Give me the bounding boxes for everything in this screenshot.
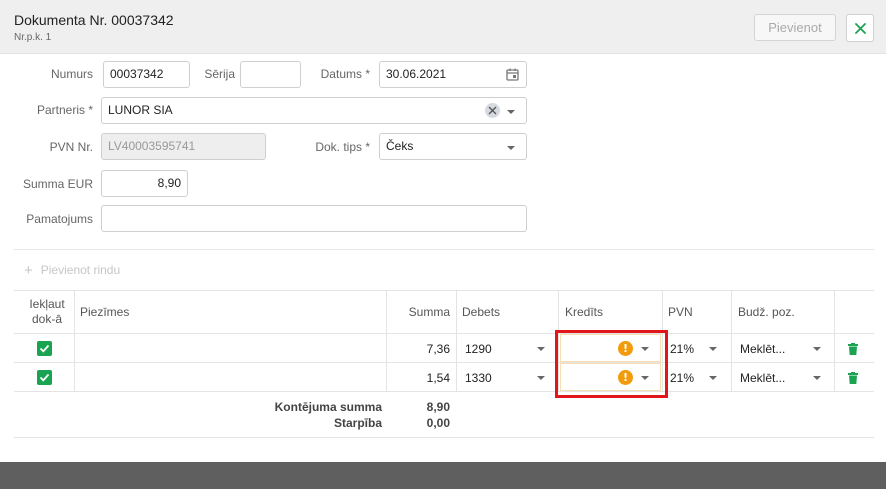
highlight-box — [555, 330, 668, 398]
pvn-nr-input: LV40003595741 — [101, 133, 266, 160]
table-top-line — [14, 290, 874, 291]
datums-label: Datums * — [320, 67, 370, 81]
kontejuma-summa-label: Kontējuma summa — [274, 400, 382, 414]
col-header-summa: Summa — [408, 305, 450, 319]
dok-tips-value: Čeks — [386, 139, 414, 153]
clear-icon[interactable] — [485, 103, 500, 118]
partneris-value: LUNOR SIA — [108, 103, 173, 117]
starpiba-value: 0,00 — [426, 416, 450, 430]
plus-icon: + — [24, 262, 33, 279]
datums-input[interactable]: 30.06.2021 — [379, 61, 527, 88]
row-debets[interactable]: 1330 — [465, 371, 492, 385]
col-divider — [834, 291, 835, 391]
add-row-label: Pievienot rindu — [40, 263, 121, 277]
chevron-down-icon[interactable] — [813, 347, 821, 351]
checkbox-checked-icon — [39, 373, 50, 382]
row-debets[interactable]: 1290 — [465, 342, 492, 356]
trash-icon[interactable] — [848, 343, 858, 355]
close-button[interactable] — [846, 14, 874, 42]
kontejuma-summa-value: 8,90 — [426, 400, 450, 414]
datums-value: 30.06.2021 — [386, 67, 447, 81]
partneris-select[interactable]: LUNOR SIA — [101, 97, 527, 124]
chevron-down-icon[interactable] — [537, 376, 545, 380]
starpiba-label: Starpība — [333, 416, 382, 430]
pvn-nr-label: PVN Nr. — [49, 140, 93, 154]
chevron-down-icon[interactable] — [507, 110, 515, 114]
chevron-down-icon[interactable] — [813, 376, 821, 380]
pamatojums-input[interactable] — [101, 205, 527, 232]
document-dialog: Dokumenta Nr. 00037342 Nr.p.k. 1 Pievien… — [0, 0, 886, 462]
serija-input[interactable] — [240, 61, 301, 88]
chevron-down-icon[interactable] — [709, 376, 717, 380]
dialog-title: Dokumenta Nr. 00037342 — [14, 12, 174, 28]
close-icon — [855, 23, 866, 34]
col-header-pvn: PVN — [668, 305, 693, 319]
col-header-notes: Piezīmes — [80, 305, 130, 319]
summa-eur-label: Summa EUR — [22, 177, 93, 191]
row-pvn[interactable]: 21% — [670, 371, 694, 385]
calendar-icon[interactable] — [506, 68, 519, 81]
col-divider — [731, 291, 732, 391]
dok-tips-select[interactable]: Čeks — [379, 133, 527, 160]
serija-label: Sērija — [204, 67, 235, 81]
summa-eur-input[interactable]: 8,90 — [101, 170, 188, 197]
table-bottom-line — [14, 391, 874, 392]
row-summa[interactable]: 1,54 — [386, 371, 450, 385]
partneris-label: Partneris * — [36, 103, 93, 117]
add-button[interactable]: Pievienot — [754, 14, 836, 41]
numurs-label: Numurs — [50, 67, 93, 81]
chevron-down-icon[interactable] — [709, 347, 717, 351]
totals-bottom-line — [14, 437, 874, 438]
chevron-down-icon[interactable] — [537, 347, 545, 351]
include-checkbox[interactable] — [37, 370, 52, 385]
row-pvn[interactable]: 21% — [670, 342, 694, 356]
row-summa[interactable]: 7,36 — [386, 342, 450, 356]
row-budz[interactable]: Meklēt... — [740, 371, 785, 385]
col-divider — [456, 291, 457, 391]
col-header-include: Iekļaut dok-ā — [29, 297, 65, 326]
chevron-down-icon[interactable] — [507, 146, 515, 150]
col-header-budz: Budž. poz. — [738, 305, 795, 319]
col-header-debets: Debets — [462, 305, 501, 319]
include-checkbox[interactable] — [37, 341, 52, 356]
pamatojums-label: Pamatojums — [26, 212, 93, 226]
row-budz[interactable]: Meklēt... — [740, 342, 785, 356]
form-separator — [14, 249, 874, 250]
numurs-input[interactable]: 00037342 — [103, 61, 190, 88]
trash-icon[interactable] — [848, 372, 858, 384]
dialog-subtitle: Nr.p.k. 1 — [14, 32, 52, 43]
dialog-header: Dokumenta Nr. 00037342 Nr.p.k. 1 Pievien… — [0, 0, 886, 54]
checkbox-checked-icon — [39, 344, 50, 353]
table-row-line — [14, 362, 874, 363]
add-row-button[interactable]: + Pievienot rindu — [24, 262, 120, 279]
dok-tips-label: Dok. tips * — [315, 140, 370, 154]
col-divider — [74, 291, 75, 391]
